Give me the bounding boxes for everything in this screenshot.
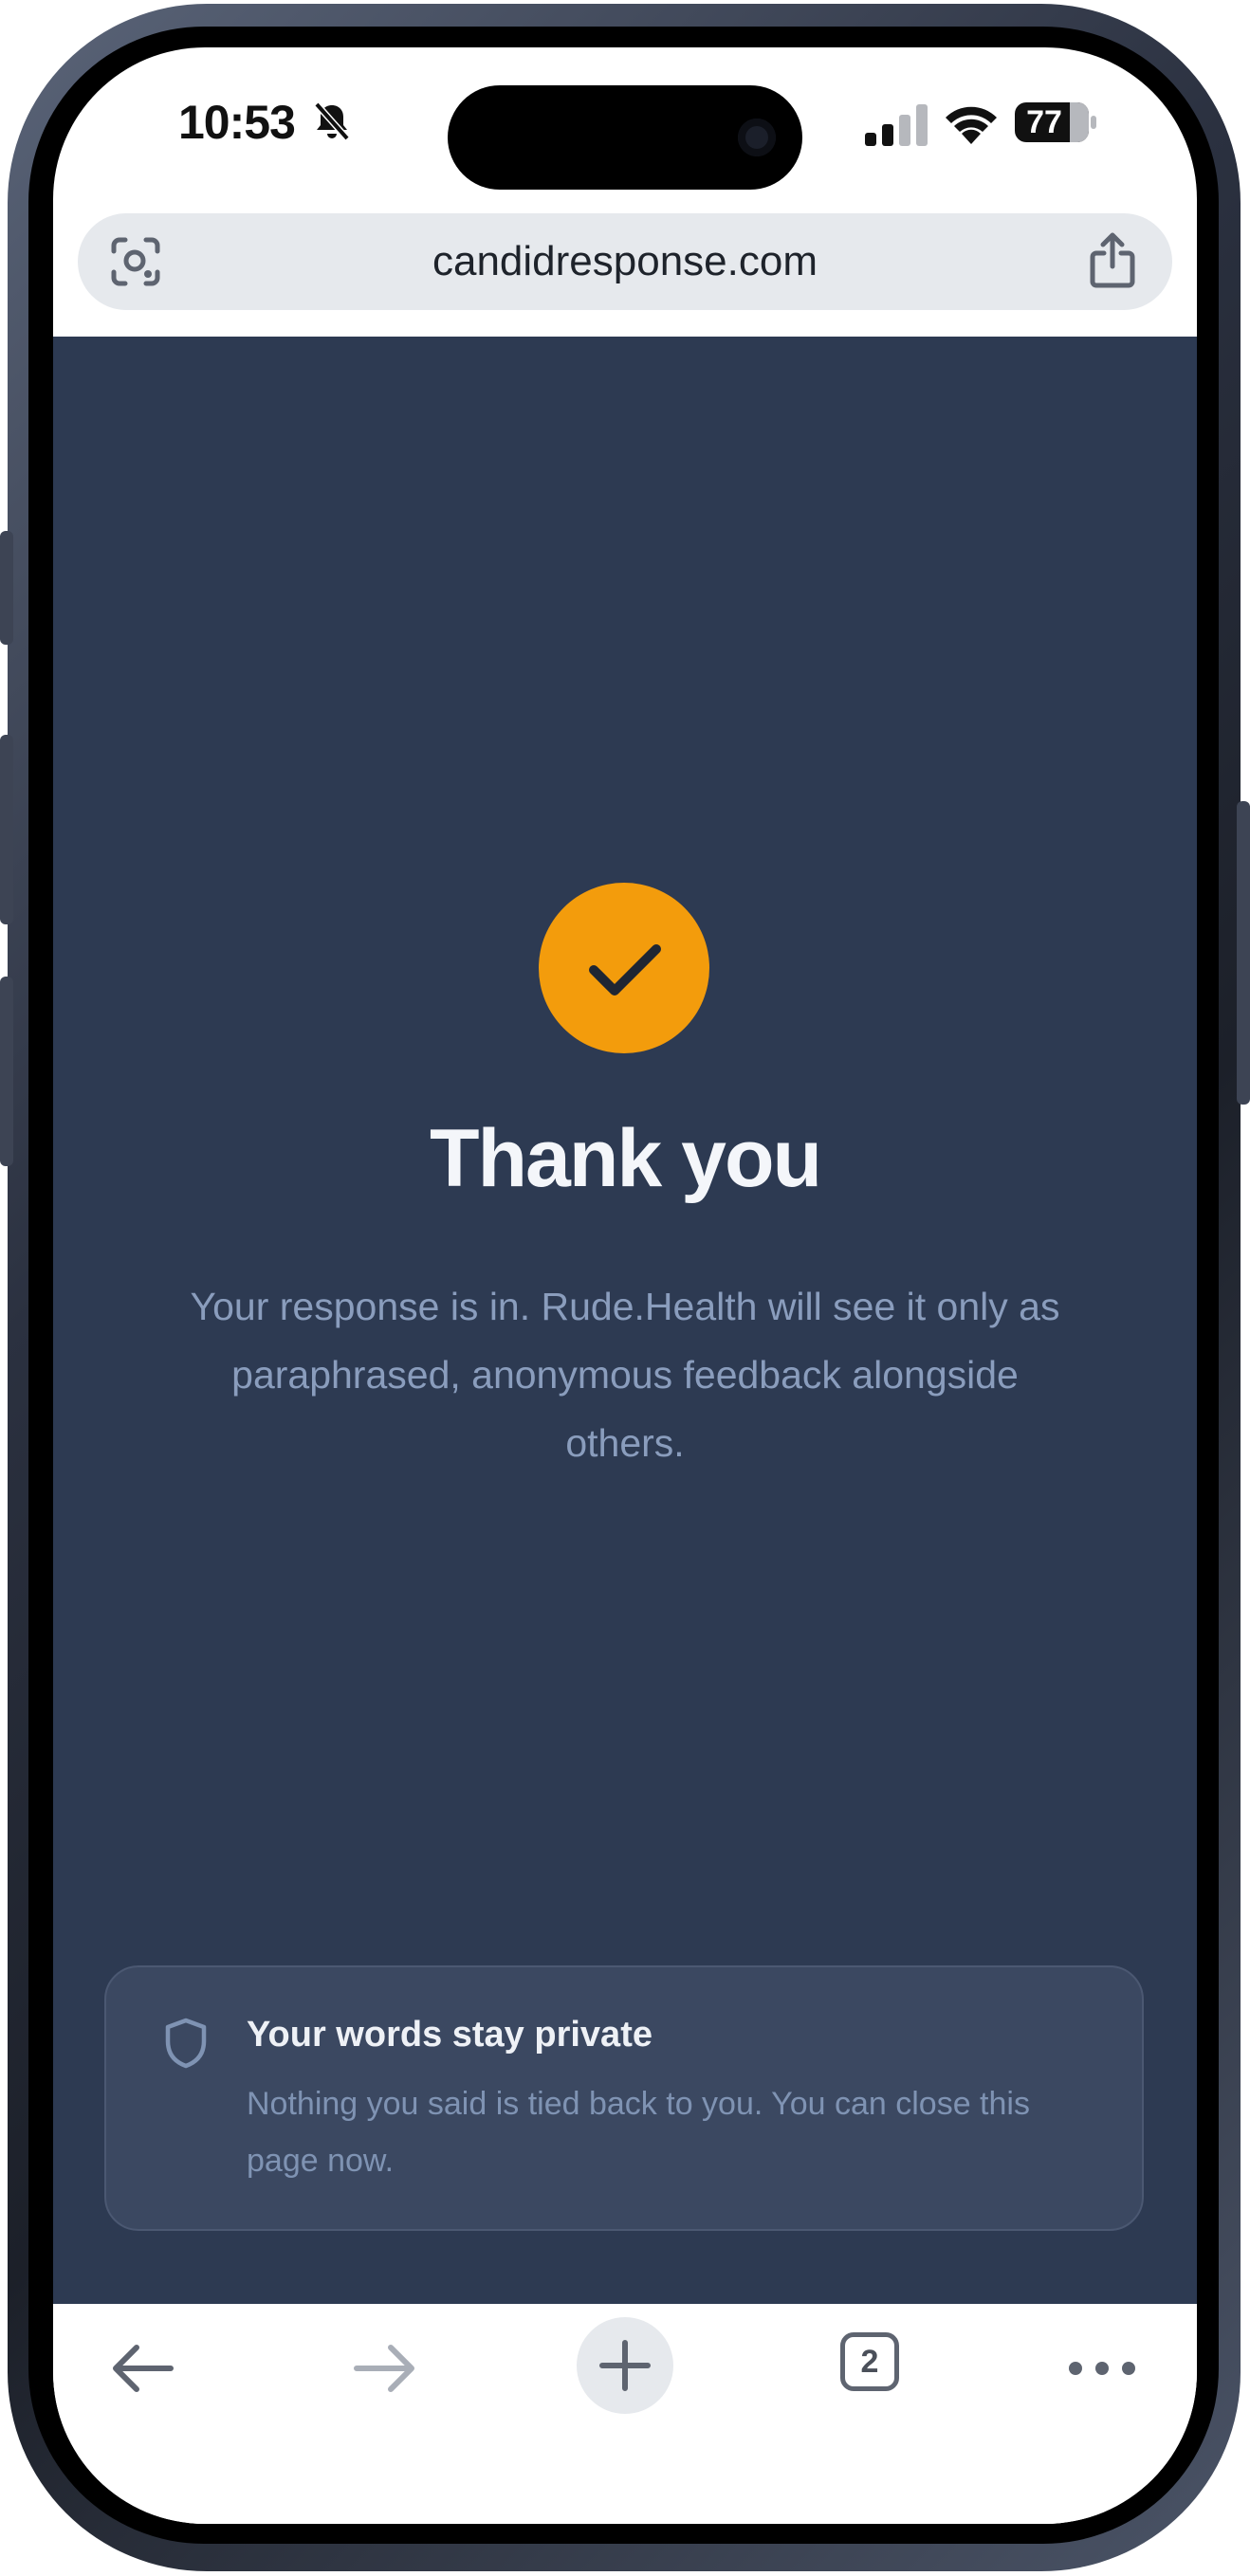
arrow-left-icon (113, 2345, 174, 2392)
battery-icon: 77 (1015, 102, 1096, 142)
privacy-title: Your words stay private (247, 2015, 653, 2055)
confirmation-message: Your response is in. Rude.Health will se… (190, 1285, 1060, 1465)
arrow-right-icon (354, 2345, 414, 2392)
share-icon[interactable] (1087, 232, 1138, 289)
privacy-text: Nothing you said is tied back to you. Yo… (247, 2086, 1030, 2179)
address-bar[interactable]: candidresponse.com (78, 213, 1172, 310)
power-button (1237, 801, 1250, 1105)
battery-level: 77 (1026, 104, 1062, 140)
status-time: 10:53 (178, 96, 296, 149)
url-text[interactable]: candidresponse.com (78, 213, 1172, 310)
cellular-signal-icon (865, 104, 928, 146)
front-camera (738, 119, 776, 156)
page-title: Thank you (429, 1113, 822, 1204)
phone-screen: 10:53 77 candidresponse.com Thank you Yo… (53, 47, 1197, 2524)
plus-icon (599, 2340, 651, 2391)
action-button (0, 531, 13, 645)
page-content: Thank you Your response is in. Rude.Heal… (53, 337, 1197, 2304)
silent-bell-icon (314, 101, 350, 141)
back-button[interactable] (95, 2321, 190, 2416)
status-bar: 10:53 77 (53, 47, 1197, 209)
wifi-icon (946, 106, 997, 144)
success-badge (539, 883, 709, 1053)
checkmark-icon (589, 944, 661, 996)
more-dots-icon (1069, 2362, 1135, 2375)
privacy-card: Your words stay private Nothing you said… (104, 1965, 1144, 2231)
new-tab-button[interactable] (577, 2317, 673, 2414)
browser-toolbar: 2 (53, 2304, 1197, 2524)
tab-switcher-button[interactable]: 2 (840, 2332, 899, 2391)
more-menu-button[interactable] (1055, 2321, 1149, 2416)
volume-down-button (0, 977, 13, 1166)
forward-button[interactable] (338, 2321, 432, 2416)
shield-icon (165, 2018, 207, 2069)
volume-up-button (0, 735, 13, 924)
